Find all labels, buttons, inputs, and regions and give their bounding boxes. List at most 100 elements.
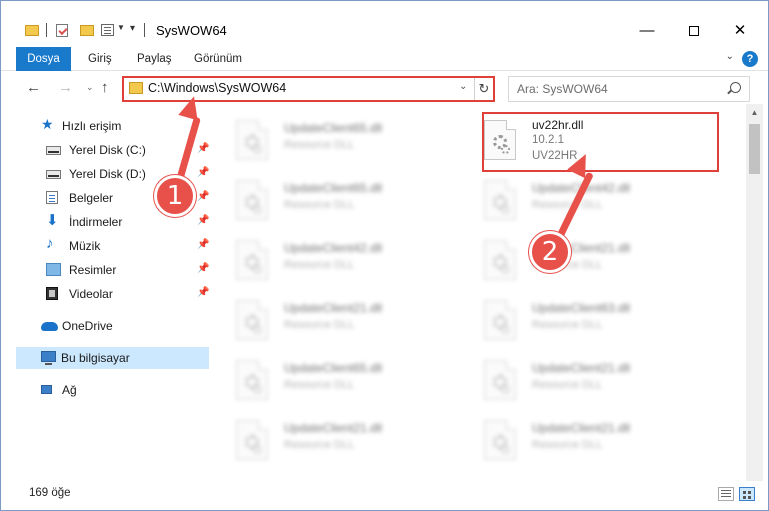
music-icon: ♪ [46,235,54,252]
file-description: Resource DLL [284,139,355,151]
pin-icon[interactable]: 📌 [197,191,209,202]
documents-icon [46,191,58,204]
list-item[interactable]: UpdateClient65.dll Resource DLL [216,350,451,408]
pin-icon[interactable]: 📌 [197,287,209,298]
list-item[interactable]: UpdateClient65.dll Resource DLL [216,170,451,228]
up-arrow-icon[interactable]: ↑ [101,79,109,96]
item-count: 169 öğe [29,487,71,499]
sidebar-item-videos[interactable]: Videolar 📌 [1,283,211,305]
pin-icon[interactable]: 📌 [197,215,209,226]
tab-file[interactable]: Dosya [16,47,71,71]
dll-file-icon [236,180,268,220]
forward-arrow-icon[interactable]: → [58,79,73,96]
folder-icon [25,25,39,36]
search-box[interactable]: Ara: SysWOW64 [508,76,750,102]
list-item[interactable]: UpdateClient21.dll Resource DLL [216,410,451,468]
vertical-scrollbar[interactable]: ▲ [746,104,763,481]
dll-file-icon [484,180,516,220]
pictures-icon [46,263,61,276]
expand-ribbon-icon[interactable]: ⌄ [726,51,734,62]
tab-view[interactable]: Görünüm [194,47,242,71]
network-icon [41,385,52,394]
address-path[interactable]: C:\Windows\SysWOW64 [148,81,286,95]
address-field[interactable]: C:\Windows\SysWOW64 ⌄ [124,78,473,100]
sidebar-item-label: Hızlı erişim [62,119,122,133]
sidebar-item-label: OneDrive [62,319,113,333]
search-icon[interactable] [730,82,741,93]
file-description: Resource DLL [284,439,355,451]
file-name: UpdateClient65.dll [284,121,383,135]
refresh-icon[interactable]: ↻ [474,78,493,100]
chevron-down-icon[interactable]: ⌄ [459,81,467,92]
drive-icon [46,170,61,179]
sidebar-item-label: Ağ [62,383,77,397]
onedrive-cloud-icon [41,322,58,331]
sidebar-item-onedrive[interactable]: OneDrive [1,315,211,337]
back-arrow-icon[interactable]: ← [26,79,41,96]
tab-share[interactable]: Paylaş [137,47,172,71]
scrollbar-thumb[interactable] [749,124,760,174]
customize-toolbar-icon[interactable]: ▾ [130,23,135,43]
sidebar-item-disk-c[interactable]: Yerel Disk (C:) 📌 [1,139,211,161]
title-bar: ▼ ▾ SysWOW64 — ✕ [1,1,768,47]
pin-icon[interactable]: 📌 [197,263,209,274]
downloads-icon: ⬇ [46,212,59,229]
file-description: Resource DLL [284,379,355,391]
address-bar[interactable]: C:\Windows\SysWOW64 ⌄ ↻ [122,76,495,102]
list-item[interactable]: UpdateClient63.dll Resource DLL [464,290,699,348]
tab-home[interactable]: Giriş [88,47,112,71]
list-item[interactable]: UpdateClient42.dll Resource DLL [216,230,451,288]
file-name: UpdateClient63.dll [532,301,631,315]
step-badge-2: 2 [529,231,571,273]
properties-icon[interactable] [56,24,68,37]
file-description: Resource DLL [284,319,355,331]
scroll-up-icon[interactable]: ▲ [746,104,763,121]
sidebar-item-music[interactable]: ♪ Müzik 📌 [1,235,211,257]
dll-file-icon [484,300,516,340]
sidebar-item-label: Yerel Disk (D:) [69,167,146,181]
file-description: Resource DLL [532,319,603,331]
window-title: SysWOW64 [156,23,227,38]
recent-locations-chevron-icon[interactable]: ⌄ [86,82,94,93]
maximize-button[interactable] [671,16,717,46]
new-folder-icon[interactable] [80,25,94,36]
large-icons-view-icon[interactable] [739,487,755,501]
close-button[interactable]: ✕ [717,16,763,46]
status-bar: 169 öğe [1,481,768,510]
file-description: Resource DLL [284,199,355,211]
file-description: Resource DLL [532,439,603,451]
dll-file-icon [236,300,268,340]
sidebar-item-label: Müzik [69,239,101,253]
chevron-down-icon[interactable]: ▼ [117,23,125,43]
minimize-button[interactable]: — [624,16,670,46]
folder-icon [129,82,143,94]
list-item[interactable]: UpdateClient21.dll Resource DLL [464,230,699,288]
sidebar-item-network[interactable]: Ağ [1,379,211,401]
ribbon-tabs: Dosya Giriş Paylaş Görünüm ⌄ ? [1,47,768,71]
view-icon[interactable] [101,24,114,36]
sidebar-item-pictures[interactable]: Resimler 📌 [1,259,211,281]
file-name: UpdateClient21.dll [532,361,631,375]
list-item[interactable]: UpdateClient21.dll Resource DLL [464,410,699,468]
help-icon[interactable]: ? [742,51,758,67]
pin-icon[interactable]: 📌 [197,239,209,250]
explorer-window: ▼ ▾ SysWOW64 — ✕ Dosya Giriş Paylaş Görü… [0,0,769,511]
drive-icon [46,146,61,155]
dll-file-icon [236,240,268,280]
list-item[interactable]: UpdateClient21.dll Resource DLL [464,350,699,408]
details-view-icon[interactable] [718,487,734,501]
dll-file-icon [236,120,268,160]
file-name: UpdateClient21.dll [532,421,631,435]
pin-icon[interactable]: 📌 [197,143,209,154]
list-item[interactable]: UpdateClient65.dll Resource DLL [216,110,451,168]
sidebar-item-this-pc[interactable]: Bu bilgisayar [16,347,209,369]
file-description: Resource DLL [532,199,603,211]
navigation-bar: ← → ⌄ ↑ C:\Windows\SysWOW64 ⌄ ↻ Ara: Sys… [1,72,768,104]
file-list: UpdateClient65.dll Resource DLL uv22hr.d… [216,104,746,481]
pin-icon[interactable]: 📌 [197,167,209,178]
list-item[interactable]: UpdateClient21.dll Resource DLL [216,290,451,348]
dll-file-icon [484,360,516,400]
sidebar-item-quick-access[interactable]: ★ Hızlı erişim [1,115,211,137]
search-input[interactable]: Ara: SysWOW64 [517,82,608,96]
file-description: Resource DLL [284,259,355,271]
